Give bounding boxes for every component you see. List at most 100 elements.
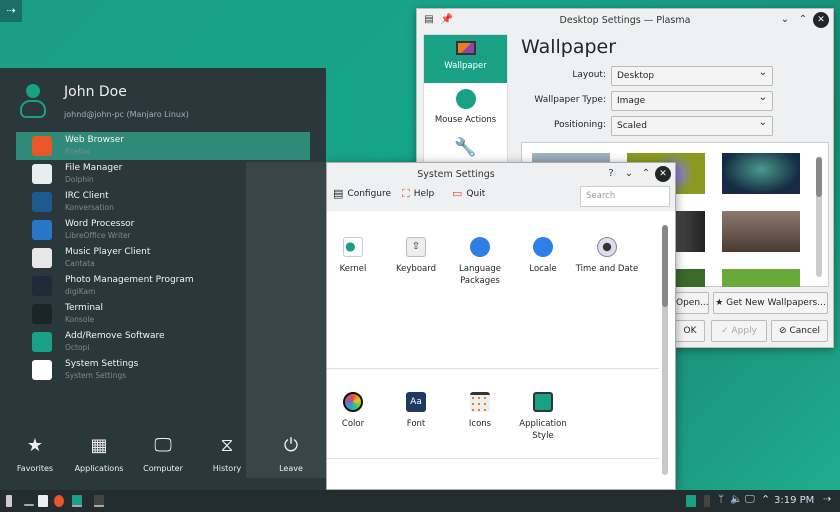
wallpaper-type-select[interactable]: Image bbox=[611, 91, 773, 111]
ok-button[interactable]: OK bbox=[675, 320, 705, 342]
get-new-wallpapers-button[interactable]: ★ Get New Wallpapers... bbox=[713, 292, 828, 314]
positioning-select[interactable]: Scaled bbox=[611, 116, 773, 136]
module-time-and-date[interactable]: Time and Date bbox=[575, 237, 639, 275]
button-label: Apply bbox=[731, 326, 757, 336]
wallpaper-thumbnail[interactable] bbox=[722, 153, 800, 194]
minimize-button[interactable]: ⌄ bbox=[777, 12, 793, 28]
menu-item-subtitle: LibreOffice Writer bbox=[65, 231, 131, 240]
menu-item-subtitle: Octopi bbox=[65, 343, 90, 352]
maximize-button[interactable]: ⌃ bbox=[795, 12, 811, 28]
layout-select[interactable]: Desktop bbox=[611, 66, 773, 86]
apply-button[interactable]: ✓ Apply bbox=[711, 320, 767, 342]
menu-items: Web Browser Firefox File Manager Dolphin IRC… bbox=[0, 68, 326, 490]
menu-item[interactable]: Terminal Konsole bbox=[16, 300, 310, 328]
tray-expand-icon[interactable]: ⌃ bbox=[761, 493, 770, 506]
help-button[interactable]: ⛶ Help bbox=[402, 187, 434, 201]
menu-item-subtitle: Konsole bbox=[65, 315, 95, 324]
cancel-button[interactable]: ⊘ Cancel bbox=[771, 320, 828, 342]
scrollbar[interactable] bbox=[662, 225, 668, 475]
dolphin-task-icon[interactable] bbox=[38, 495, 48, 507]
module-label: Font bbox=[406, 419, 426, 429]
open-button[interactable]: Open... bbox=[675, 292, 709, 314]
menu-item[interactable]: Word Processor LibreOffice Writer bbox=[16, 216, 310, 244]
app-icon bbox=[32, 164, 52, 184]
button-label: Quit bbox=[466, 188, 486, 199]
module-color[interactable]: Color bbox=[321, 392, 385, 430]
close-button[interactable]: ✕ bbox=[813, 12, 829, 28]
button-label: Get New Wallpapers... bbox=[726, 298, 826, 308]
menu-item-title: IRC Client bbox=[65, 191, 109, 201]
monitor-icon bbox=[533, 392, 553, 412]
menu-item-title: Word Processor bbox=[65, 219, 135, 229]
tab-label: History bbox=[212, 464, 242, 473]
module-language-packages[interactable]: Language Packages bbox=[448, 237, 512, 287]
module-icons[interactable]: Icons bbox=[448, 392, 512, 430]
menu-item[interactable]: Photo Management Program digiKam bbox=[16, 272, 310, 300]
menu-item[interactable]: IRC Client Konversation bbox=[16, 188, 310, 216]
tab-label: Leave bbox=[279, 464, 303, 473]
clock-icon bbox=[597, 237, 617, 257]
module-label: Time and Date bbox=[575, 264, 639, 274]
quit-button[interactable]: ▭ Quit bbox=[452, 187, 485, 200]
firefox-task-icon[interactable] bbox=[54, 495, 64, 507]
help-question-button[interactable]: ? bbox=[603, 166, 619, 182]
menu-item-title: System Settings bbox=[65, 359, 139, 369]
toggle-icon bbox=[343, 237, 363, 257]
module-label: Kernel bbox=[339, 264, 367, 274]
clipboard-tray-icon[interactable] bbox=[704, 495, 710, 507]
minimize-button[interactable]: ⌄ bbox=[621, 166, 637, 182]
search-input[interactable]: Search bbox=[580, 186, 670, 207]
pager-icon[interactable] bbox=[24, 504, 34, 506]
module-kernel[interactable]: Kernel bbox=[321, 237, 385, 275]
maximize-button[interactable]: ⌃ bbox=[638, 166, 654, 182]
network-icon[interactable]: 🖵 bbox=[745, 494, 755, 505]
desktop-toolbox-icon[interactable]: ⇢ bbox=[823, 494, 831, 505]
menu-item[interactable]: File Manager Dolphin bbox=[16, 160, 310, 188]
module-label: Language Packages bbox=[459, 264, 501, 286]
menu-tab-leave[interactable]: ⏻ Leave bbox=[261, 434, 321, 473]
menu-tab-favorites[interactable]: ★ Favorites bbox=[5, 434, 65, 473]
volume-icon[interactable]: 🔈 bbox=[730, 494, 742, 505]
menu-item[interactable]: Music Player Client Cantata bbox=[16, 244, 310, 272]
module-label: Icons bbox=[468, 419, 492, 429]
menu-tab-computer[interactable]: 🖵 Computer bbox=[133, 434, 193, 473]
window-title: Desktop Settings — Plasma bbox=[559, 14, 691, 26]
usb-icon[interactable]: ᛘ bbox=[718, 494, 724, 505]
menu-item[interactable]: Web Browser Firefox bbox=[16, 132, 310, 160]
module-application-style[interactable]: Application Style bbox=[511, 392, 575, 442]
menu-item-subtitle: Dolphin bbox=[65, 175, 94, 184]
octopi-tray-icon[interactable] bbox=[686, 495, 696, 507]
button-label: Cancel bbox=[789, 326, 820, 336]
menu-tab-applications[interactable]: ▦ Applications bbox=[69, 434, 129, 473]
configure-button[interactable]: ▤ Configure bbox=[333, 187, 391, 200]
wallpaper-type-row: Wallpaper Type: Image bbox=[521, 91, 776, 111]
sidebar-item-mouse-actions[interactable]: Mouse Actions bbox=[424, 83, 507, 131]
sidebar-label: Mouse Actions bbox=[434, 115, 497, 125]
globe-icon bbox=[470, 237, 490, 257]
clock[interactable]: 3:19 PM bbox=[774, 495, 814, 506]
tab-label: Favorites bbox=[16, 464, 54, 473]
scrollbar[interactable] bbox=[816, 157, 822, 277]
menu-item[interactable]: System Settings System Settings bbox=[16, 356, 310, 384]
wallpaper-thumbnail[interactable] bbox=[722, 269, 800, 287]
menu-item-subtitle: Konversation bbox=[65, 203, 114, 212]
menu-item[interactable]: Add/Remove Software Octopi bbox=[16, 328, 310, 356]
launcher-icon[interactable] bbox=[6, 495, 12, 507]
sidebar-item-wallpaper[interactable]: Wallpaper bbox=[424, 35, 507, 83]
system-settings-task-icon[interactable] bbox=[72, 495, 82, 507]
menu-item-subtitle: Cantata bbox=[65, 259, 95, 268]
module-font[interactable]: Aa Font bbox=[384, 392, 448, 430]
module-label: Locale bbox=[529, 264, 557, 274]
close-button[interactable]: ✕ bbox=[655, 166, 671, 182]
menu-tab-history[interactable]: ⧖ History bbox=[197, 434, 257, 473]
field-label: Layout: bbox=[572, 70, 606, 80]
desktop-settings-task-icon[interactable] bbox=[94, 495, 104, 507]
wallpaper-thumbnail[interactable] bbox=[722, 211, 800, 252]
taskbar: ᛘ 🔈 🖵 ⌃ 3:19 PM ⇢ bbox=[0, 490, 840, 512]
app-icon bbox=[32, 192, 52, 212]
module-locale[interactable]: Locale bbox=[511, 237, 575, 275]
desktop-toolbox-button[interactable]: ⇢ bbox=[0, 0, 22, 22]
wrench-icon: 🔧 bbox=[454, 137, 477, 158]
module-keyboard[interactable]: ⇧ Keyboard bbox=[384, 237, 448, 275]
button-label: Help bbox=[413, 189, 435, 199]
